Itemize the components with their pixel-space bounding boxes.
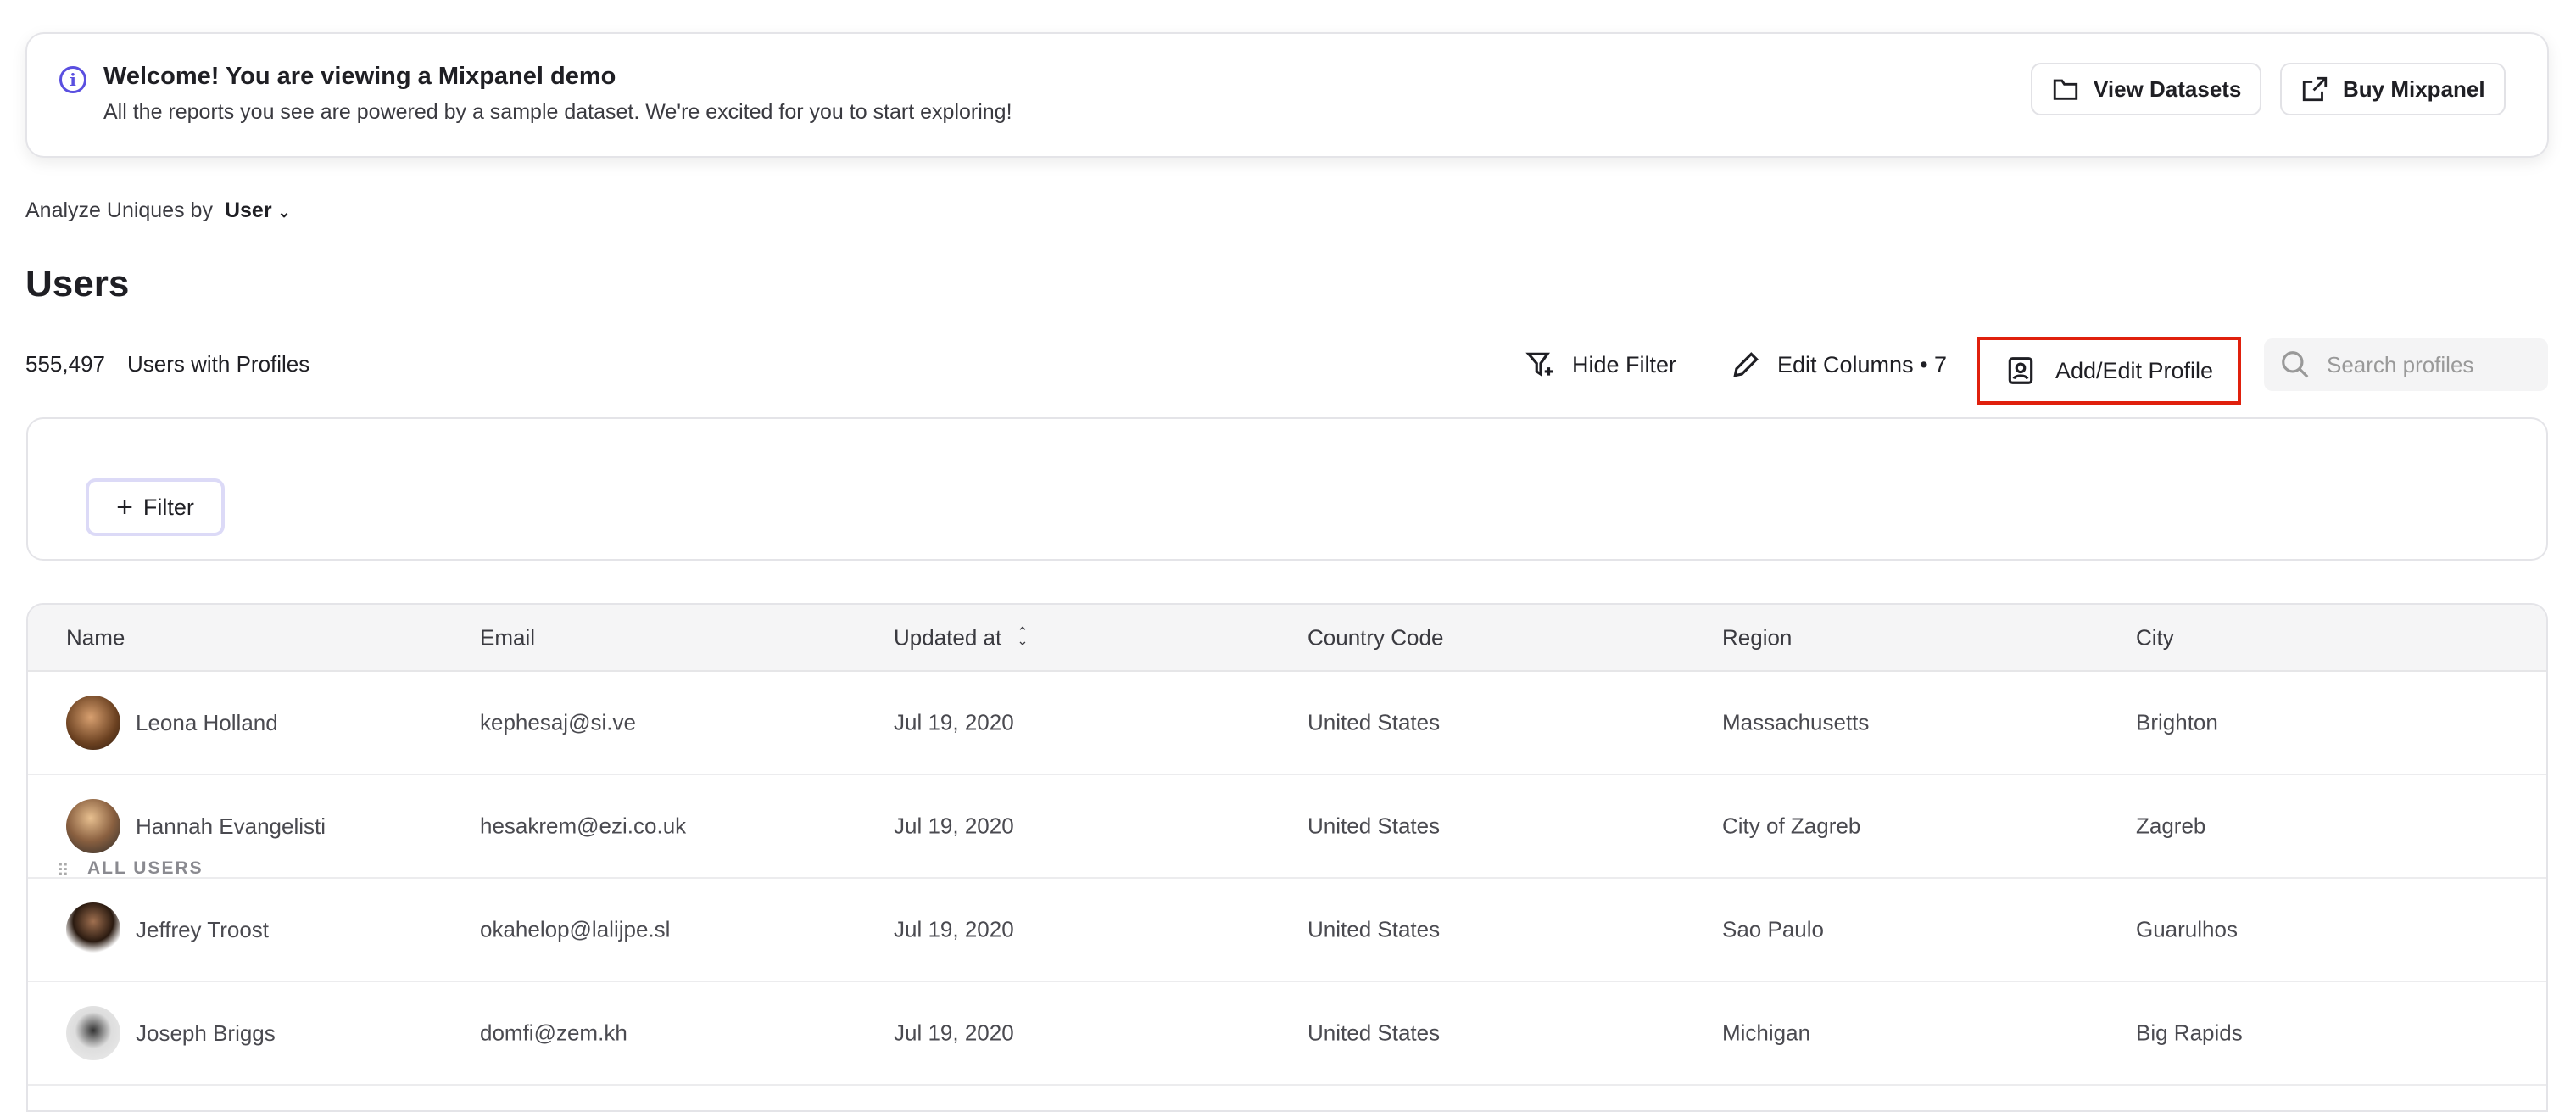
search-input[interactable]: Search profiles bbox=[2264, 338, 2548, 391]
column-header-region[interactable]: Region bbox=[1722, 624, 1792, 651]
analyze-value: User bbox=[224, 198, 272, 222]
folder-icon bbox=[2053, 79, 2078, 100]
analyze-dropdown[interactable]: User ⌄ bbox=[225, 198, 291, 223]
email-cell: kephesaj@si.ve bbox=[480, 709, 636, 735]
updated-at-cell: Jul 19, 2020 bbox=[894, 709, 1014, 735]
avatar bbox=[66, 696, 120, 750]
column-header-name[interactable]: Name bbox=[66, 624, 125, 651]
hide-filter-label: Hide Filter bbox=[1572, 351, 1677, 377]
country-code-cell: United States bbox=[1308, 709, 1441, 735]
add-edit-profile-button[interactable]: Add/Edit Profile bbox=[1977, 337, 2241, 405]
add-edit-profile-label: Add/Edit Profile bbox=[2055, 357, 2214, 383]
table-row[interactable]: Hannah Evangelisti hesakrem@ezi.co.uk Ju… bbox=[28, 775, 2546, 879]
column-header-email[interactable]: Email bbox=[480, 624, 535, 651]
table-row[interactable]: Leona Holland kephesaj@si.ve Jul 19, 202… bbox=[28, 672, 2546, 775]
page-title: Users bbox=[25, 263, 130, 305]
column-header-country-code[interactable]: Country Code bbox=[1308, 624, 1443, 651]
hide-filter-button[interactable]: Hide Filter bbox=[1525, 343, 1676, 387]
table-row[interactable]: Joseph Briggs domfi@zem.kh Jul 19, 2020 … bbox=[28, 982, 2546, 1086]
user-name[interactable]: Joseph Briggs bbox=[136, 1020, 276, 1047]
banner-subtitle: All the reports you see are powered by a… bbox=[103, 100, 1012, 124]
buy-mixpanel-button[interactable]: Buy Mixpanel bbox=[2280, 63, 2506, 115]
updated-at-cell: Jul 19, 2020 bbox=[894, 916, 1014, 942]
updated-at-cell: Jul 19, 2020 bbox=[894, 1020, 1014, 1046]
name-cell: Hannah Evangelisti bbox=[66, 799, 326, 853]
city-cell: Guarulhos bbox=[2136, 916, 2238, 942]
name-cell: Joseph Briggs bbox=[66, 1006, 276, 1060]
banner-title: Welcome! You are viewing a Mixpanel demo bbox=[103, 63, 616, 90]
edit-columns-label: Edit Columns • 7 bbox=[1777, 351, 1948, 377]
chevron-down-icon: ⌄ bbox=[277, 204, 291, 221]
column-header-city[interactable]: City bbox=[2136, 624, 2174, 651]
updated-at-cell: Jul 19, 2020 bbox=[894, 813, 1014, 839]
user-name[interactable]: Leona Holland bbox=[136, 710, 278, 736]
analyze-label: Analyze Uniques by bbox=[25, 198, 213, 222]
filter-icon bbox=[1525, 352, 1553, 377]
view-datasets-button[interactable]: View Datasets bbox=[2031, 63, 2262, 115]
avatar bbox=[66, 799, 120, 853]
edit-columns-button[interactable]: Edit Columns • 7 bbox=[1730, 343, 1947, 387]
pencil-icon bbox=[1733, 352, 1759, 377]
buy-mixpanel-label: Buy Mixpanel bbox=[2343, 75, 2485, 102]
city-cell: Brighton bbox=[2136, 709, 2218, 735]
name-cell: Jeffrey Troost bbox=[66, 902, 269, 957]
user-name[interactable]: Jeffrey Troost bbox=[136, 917, 269, 943]
region-cell: Michigan bbox=[1722, 1020, 1811, 1046]
sort-icon: ⌃ ⌄ bbox=[1017, 625, 1029, 649]
region-cell: Massachusetts bbox=[1722, 709, 1870, 735]
column-header-updated-at-label: Updated at bbox=[894, 624, 1002, 650]
analyze-uniques: Analyze Uniques by User ⌄ bbox=[25, 198, 291, 223]
email-cell: hesakrem@ezi.co.uk bbox=[480, 813, 687, 839]
users-table: Name Email Updated at ⌃ ⌄ Country Code Reg… bbox=[26, 603, 2548, 1112]
country-code-cell: United States bbox=[1308, 1020, 1441, 1046]
search-icon bbox=[2282, 351, 2309, 378]
email-cell: okahelop@lalijpe.sl bbox=[480, 916, 671, 942]
avatar bbox=[66, 902, 120, 957]
column-header-updated-at[interactable]: Updated at ⌃ ⌄ bbox=[894, 624, 1029, 651]
user-count-label: Users with Profiles bbox=[126, 351, 310, 377]
user-count-value: 555,497 bbox=[25, 351, 105, 377]
add-filter-label: Filter bbox=[142, 494, 194, 520]
avatar bbox=[66, 1006, 120, 1060]
user-profile-icon bbox=[2008, 357, 2033, 384]
table-row[interactable]: Jeffrey Troost okahelop@lalijpe.sl Jul 1… bbox=[28, 879, 2546, 982]
region-cell: Sao Paulo bbox=[1722, 916, 1824, 942]
demo-banner: i Welcome! You are viewing a Mixpanel de… bbox=[25, 32, 2549, 158]
name-cell: Leona Holland bbox=[66, 696, 278, 750]
country-code-cell: United States bbox=[1308, 916, 1441, 942]
user-count: 555,497 Users with Profiles bbox=[25, 351, 309, 377]
region-cell: City of Zagreb bbox=[1722, 813, 1861, 839]
email-cell: domfi@zem.kh bbox=[480, 1020, 627, 1046]
plus-icon: + bbox=[116, 490, 133, 523]
table-header: Name Email Updated at ⌃ ⌄ Country Code Reg… bbox=[28, 605, 2546, 672]
user-name[interactable]: Hannah Evangelisti bbox=[136, 813, 326, 840]
city-cell: Big Rapids bbox=[2136, 1020, 2243, 1046]
search-placeholder: Search profiles bbox=[2327, 351, 2474, 377]
view-datasets-label: View Datasets bbox=[2094, 75, 2242, 102]
country-code-cell: United States bbox=[1308, 813, 1441, 839]
filter-panel: ⠿ ALL USERS + Filter bbox=[26, 417, 2548, 880]
city-cell: Zagreb bbox=[2136, 813, 2206, 839]
external-link-icon bbox=[2302, 76, 2328, 102]
info-icon: i bbox=[59, 66, 86, 93]
add-filter-button[interactable]: + Filter bbox=[86, 478, 225, 536]
